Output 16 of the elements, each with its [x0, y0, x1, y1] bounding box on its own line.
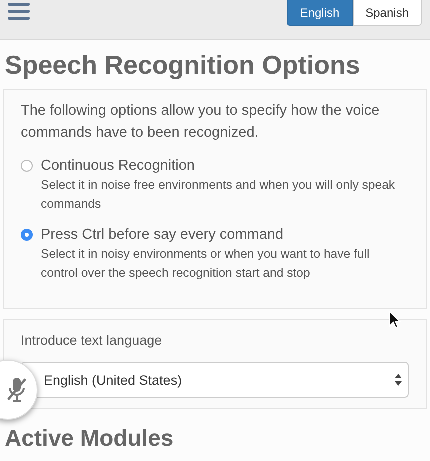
radio-button[interactable] [21, 160, 33, 172]
language-button[interactable]: English [287, 0, 353, 26]
option-label[interactable]: Continuous Recognition [41, 156, 409, 176]
menu-icon[interactable] [8, 2, 30, 20]
page-title: Speech Recognition Options [5, 50, 362, 80]
option-description: Select it in noise free environments and when you will only speak commands [41, 177, 396, 213]
radio-button[interactable] [21, 229, 33, 241]
section-title: Active Modules [5, 424, 175, 453]
language-select[interactable]: English (United States) [21, 362, 409, 398]
muted-mic-icon [5, 377, 29, 403]
option-description: Select it in noisy environments or when you want to have full control over the speech recognition start and stop [41, 246, 371, 282]
language-button[interactable]: Spanish [352, 0, 422, 26]
field-label: Introduce text language [21, 332, 164, 350]
intro-text: The following options allow you to specify how the voice commands have to been recognized. [21, 102, 381, 143]
option-label[interactable]: Press Ctrl before say every command [41, 225, 409, 245]
caret-icon [395, 374, 402, 386]
